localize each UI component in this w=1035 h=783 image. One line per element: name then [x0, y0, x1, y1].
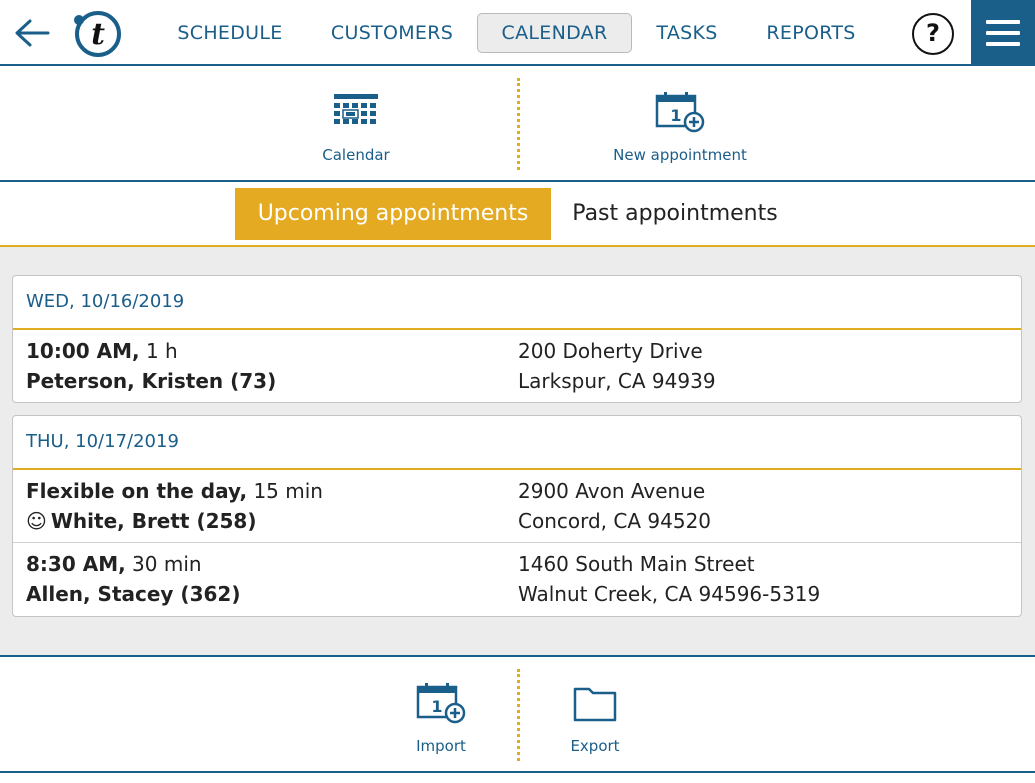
calendar-grid-icon — [330, 90, 382, 134]
day-card: WED, 10/16/2019 10:00 AM, 1 h Peterson, … — [12, 275, 1022, 403]
day-header: THU, 10/17/2019 — [13, 416, 1021, 470]
nav-tasks[interactable]: TASKS — [646, 13, 728, 53]
appointment-time: 10:00 AM, — [26, 339, 140, 363]
appointment-duration: 1 h — [145, 339, 178, 363]
appointment-address-line1: 200 Doherty Drive — [518, 339, 703, 363]
appointment-customer: Allen, Stacey (362) — [26, 582, 241, 606]
nav-customers[interactable]: CUSTOMERS — [320, 13, 464, 53]
appointment-row[interactable]: 8:30 AM, 30 min Allen, Stacey (362) 1460… — [13, 542, 1021, 614]
import-label: Import — [416, 737, 466, 755]
hamburger-icon — [986, 20, 1020, 24]
calendar-add-icon: 1 — [415, 681, 467, 725]
appointment-tabs: Upcoming appointments Past appointments — [0, 182, 1035, 247]
export-label: Export — [570, 737, 620, 755]
bottom-toolbar: 1 Import Export — [0, 657, 1035, 773]
appointment-list: WED, 10/16/2019 10:00 AM, 1 h Peterson, … — [0, 247, 1035, 657]
appointment-address-line2: Larkspur, CA 94939 — [518, 369, 716, 393]
calendar-add-icon: 1 — [654, 90, 706, 134]
nav-reports[interactable]: REPORTS — [756, 13, 866, 53]
toolbar-divider — [517, 78, 520, 170]
appointment-row[interactable]: Flexible on the day, 15 min ☺ White, Bret… — [13, 470, 1021, 542]
back-button[interactable] — [12, 13, 52, 53]
app-logo[interactable]: t — [70, 8, 126, 58]
svg-text:1: 1 — [431, 697, 442, 716]
appointment-row[interactable]: 10:00 AM, 1 h Peterson, Kristen (73) 200… — [13, 330, 1021, 402]
appointment-address-line2: Concord, CA 94520 — [518, 509, 712, 533]
calendar-button[interactable]: Calendar — [296, 66, 416, 182]
tab-past[interactable]: Past appointments — [555, 188, 795, 240]
appointment-time: 8:30 AM, — [26, 552, 126, 576]
folder-icon — [569, 681, 621, 725]
arrow-left-icon — [15, 19, 50, 47]
appointment-duration: 30 min — [132, 552, 202, 576]
appointment-time: Flexible on the day, — [26, 479, 248, 503]
menu-button[interactable] — [971, 0, 1035, 66]
help-button[interactable]: ? — [912, 13, 954, 55]
appointment-duration: 15 min — [253, 479, 323, 503]
new-appointment-label: New appointment — [613, 146, 747, 164]
top-navigation: t SCHEDULE CUSTOMERS CALENDAR TASKS REPO… — [0, 0, 1035, 66]
tab-upcoming[interactable]: Upcoming appointments — [235, 188, 551, 240]
day-header: WED, 10/16/2019 — [13, 276, 1021, 330]
svg-text:1: 1 — [670, 106, 681, 125]
export-button[interactable]: Export — [540, 657, 650, 773]
smiley-icon: ☺ — [26, 509, 47, 533]
action-toolbar: Calendar 1 New appointment — [0, 66, 1035, 182]
appointment-address-line2: Walnut Creek, CA 94596-5319 — [518, 582, 821, 606]
new-appointment-button[interactable]: 1 New appointment — [600, 66, 760, 182]
day-card: THU, 10/17/2019 Flexible on the day, 15 … — [12, 415, 1022, 617]
appointment-address-line1: 1460 South Main Street — [518, 552, 755, 576]
appointment-address-line1: 2900 Avon Avenue — [518, 479, 706, 503]
svg-text:t: t — [91, 17, 105, 52]
nav-schedule[interactable]: SCHEDULE — [166, 13, 294, 53]
appointment-customer: Peterson, Kristen (73) — [26, 369, 277, 393]
appointment-customer: White, Brett (258) — [50, 509, 257, 533]
nav-calendar[interactable]: CALENDAR — [477, 13, 632, 53]
toolbar-divider — [517, 669, 520, 761]
import-button[interactable]: 1 Import — [386, 657, 496, 773]
calendar-label: Calendar — [322, 146, 390, 164]
